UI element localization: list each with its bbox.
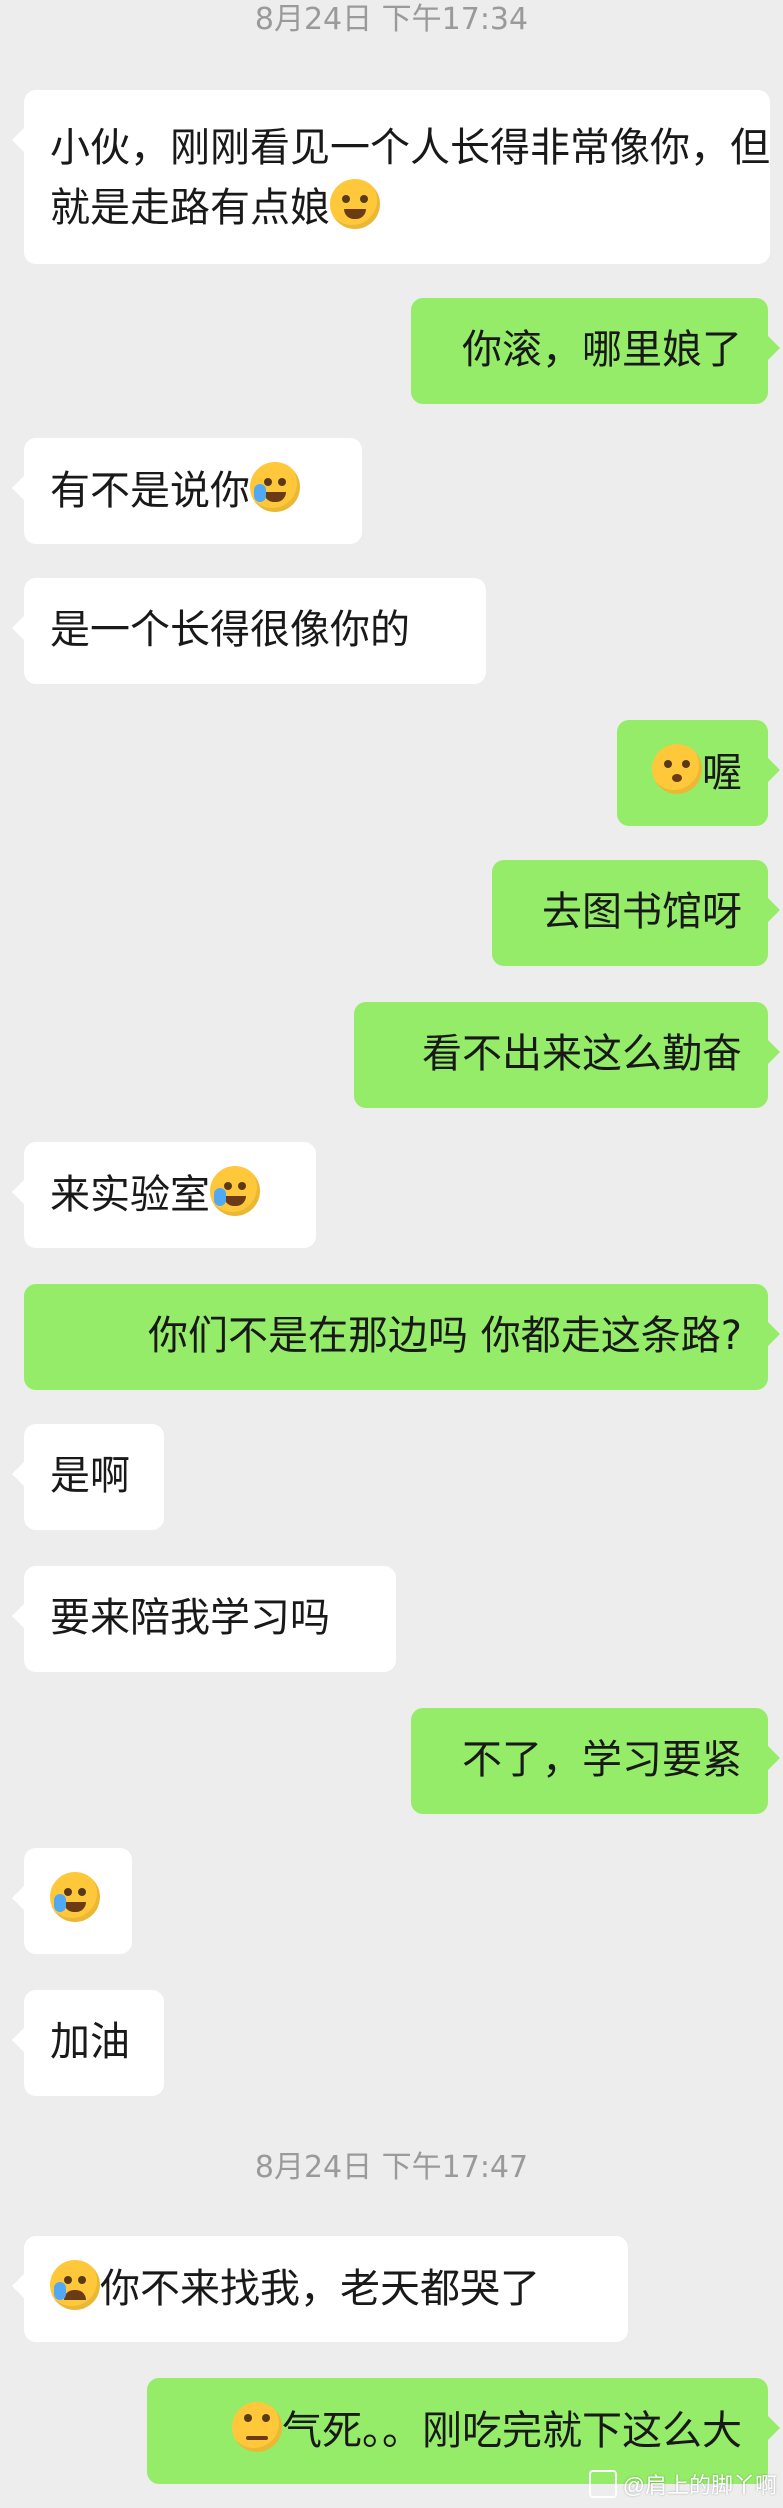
bubble-tail	[12, 128, 24, 152]
bubble-tail	[12, 1886, 24, 1910]
bubble-tail	[12, 476, 24, 500]
bubble-tail	[768, 336, 780, 360]
message-text: 你滚，哪里娘了	[462, 327, 742, 373]
message-bubble-outgoing[interactable]: 喔	[617, 720, 780, 826]
message-bubble-incoming[interactable]: 加油	[12, 1990, 164, 2096]
facepalm-laugh-icon	[50, 1872, 100, 1922]
message-text: 小伙，刚刚看见一个人长得非常像你，但就是走路有点娘	[50, 125, 770, 231]
watermark: @肩上的脚丫啊	[588, 2468, 777, 2500]
message-text: 你不来找我，老天都哭了	[100, 2266, 540, 2312]
message-bubble-incoming[interactable]: 是啊	[12, 1424, 164, 1530]
facepalm-laugh-icon	[210, 1166, 260, 1216]
bubble-tail	[768, 1746, 780, 1770]
message-bubble-incoming[interactable]: 来实验室	[12, 1142, 316, 1248]
message-text: 是一个长得很像你的	[50, 607, 410, 653]
message-text: 要来陪我学习吗	[50, 1595, 330, 1641]
crying-icon	[50, 2260, 100, 2310]
message-text: 加油	[50, 2019, 130, 2065]
bubble-tail	[12, 1604, 24, 1628]
watermark-text: @肩上的脚丫啊	[622, 2473, 777, 2498]
timestamp: 8月24日 下午17:34	[254, 2, 529, 37]
message-text: 喔	[702, 750, 742, 796]
message-bubble-incoming[interactable]: 要来陪我学习吗	[12, 1566, 396, 1672]
message-text: 你们不是在那边吗 你都走这条路?	[148, 1313, 742, 1359]
message-text: 是啊	[50, 1453, 130, 1499]
message-bubble-incoming[interactable]: 小伙，刚刚看见一个人长得非常像你，但就是走路有点娘	[12, 90, 770, 264]
bubble-tail	[768, 898, 780, 922]
message-bubble-outgoing[interactable]: 你滚，哪里娘了	[411, 298, 780, 404]
timestamp: 8月24日 下午17:47	[254, 2150, 529, 2185]
kiss-icon	[652, 744, 702, 794]
bubble-tail	[768, 1040, 780, 1064]
message-text: 来实验室	[50, 1172, 210, 1218]
bubble-tail	[768, 758, 780, 782]
message-bubble-incoming[interactable]: 是一个长得很像你的	[12, 578, 486, 684]
bubble-tail	[12, 616, 24, 640]
message-bubble-incoming[interactable]: 你不来找我，老天都哭了	[12, 2236, 628, 2342]
message-text: 去图书馆呀	[542, 889, 742, 935]
bubble-tail	[12, 1462, 24, 1486]
bubble-tail	[12, 2028, 24, 2052]
message-bubble-outgoing[interactable]: 去图书馆呀	[492, 860, 780, 966]
message-bubble-incoming[interactable]	[12, 1848, 132, 1954]
grin-icon	[330, 179, 380, 229]
bubble-tail	[12, 2274, 24, 2298]
bubble-tail	[12, 1180, 24, 1204]
message-bubble-outgoing[interactable]: 不了，学习要紧	[411, 1708, 780, 1814]
bubble-tail	[768, 1322, 780, 1346]
eye-roll-icon	[232, 2402, 282, 2452]
message-text: 不了，学习要紧	[462, 1737, 742, 1783]
message-text: 有不是说你	[50, 468, 250, 514]
message-bubble-outgoing[interactable]: 看不出来这么勤奋	[354, 1002, 780, 1108]
watermark-logo-icon	[588, 2470, 617, 2498]
message-text: 气死。。刚吃完就下这么大	[282, 2408, 742, 2454]
message-bubble-incoming[interactable]: 有不是说你	[12, 438, 362, 544]
message-text: 看不出来这么勤奋	[422, 1031, 742, 1077]
message-bubble-outgoing[interactable]: 你们不是在那边吗 你都走这条路?	[24, 1284, 780, 1390]
bubble-tail	[768, 2416, 780, 2440]
facepalm-laugh-icon	[250, 462, 300, 512]
